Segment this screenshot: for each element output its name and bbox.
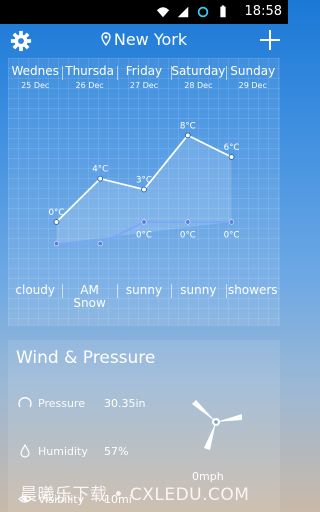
high-label: 6°C bbox=[224, 143, 240, 153]
pressure-gauge-icon bbox=[18, 397, 32, 408]
condition-label: cloudy bbox=[15, 283, 55, 297]
day-column[interactable]: Thursda 26 Dec bbox=[62, 64, 116, 90]
pressure-label: Pressure bbox=[38, 396, 85, 410]
high-label: 0°C bbox=[49, 208, 65, 218]
wifi-icon bbox=[156, 7, 170, 18]
low-point bbox=[141, 219, 147, 225]
high-label: 3°C bbox=[136, 176, 152, 186]
day-name: Wednes bbox=[11, 64, 59, 78]
low-point bbox=[185, 219, 191, 225]
low-label: 0°C bbox=[180, 231, 196, 241]
day-column[interactable]: Saturday 28 Dec bbox=[171, 64, 225, 90]
high-point bbox=[228, 154, 235, 160]
watermark: 晨曦乐下载 • CXLEDU.COM bbox=[20, 485, 250, 505]
city-name: New York bbox=[113, 30, 188, 49]
forecast-panel: Wednes 25 Dec Thursda 26 Dec Friday 27 Dec … bbox=[8, 58, 280, 326]
condition-label: sunny bbox=[171, 284, 225, 310]
humidity-label: Humidity bbox=[38, 444, 88, 458]
humidity-row: Humidity 57% bbox=[18, 444, 128, 458]
pressure-row: Pressure 30.35in bbox=[18, 396, 146, 410]
high-label: 4°C bbox=[92, 165, 108, 175]
day-column[interactable]: Wednes 25 Dec bbox=[8, 64, 62, 90]
low-label: 0°C bbox=[224, 231, 240, 241]
sync-icon bbox=[197, 6, 209, 18]
high-point bbox=[97, 175, 104, 182]
day-date: 27 Dec bbox=[129, 81, 159, 90]
condition-label: showers bbox=[225, 284, 280, 310]
high-label: 8°C bbox=[180, 121, 196, 131]
humidity-value: 57% bbox=[104, 444, 129, 458]
low-point bbox=[53, 241, 59, 247]
low-label: 0°C bbox=[136, 231, 152, 241]
day-name: Saturday bbox=[171, 64, 226, 78]
high-point bbox=[53, 219, 60, 225]
day-date: 28 Dec bbox=[184, 81, 213, 90]
day-column[interactable]: Friday 27 Dec bbox=[116, 64, 171, 90]
wind-panel-title: Wind & Pressure bbox=[16, 348, 156, 368]
humidity-drop-icon bbox=[20, 444, 30, 458]
wind-turbine-icon bbox=[192, 400, 242, 450]
temperature-chart: 0°C4°C3°C8°C6°C-2°C-2°C0°C0°C0°C bbox=[49, 121, 240, 247]
condition-label: AM Snow bbox=[62, 284, 116, 310]
signal-icon bbox=[177, 6, 189, 18]
day-column[interactable]: Sunday 29 Dec bbox=[225, 64, 280, 90]
day-name: Thursda bbox=[65, 64, 114, 78]
low-point bbox=[97, 241, 103, 247]
day-date: 25 Dec bbox=[21, 81, 50, 90]
clock: 18:58 bbox=[244, 4, 282, 19]
low-point bbox=[229, 219, 235, 225]
condition-row: cloudy AM Snow sunny sunny showers bbox=[8, 284, 280, 310]
city-selector[interactable]: New York bbox=[0, 30, 288, 49]
top-bar: New York bbox=[0, 24, 288, 58]
day-headers: Wednes 25 Dec Thursda 26 Dec Friday 27 Dec … bbox=[8, 64, 280, 90]
status-icons bbox=[156, 4, 230, 20]
high-point bbox=[184, 132, 191, 139]
battery-icon bbox=[220, 5, 226, 18]
high-point bbox=[141, 186, 147, 193]
condition-label: sunny bbox=[116, 284, 171, 310]
day-date: 29 Dec bbox=[238, 81, 267, 90]
day-name: Friday bbox=[125, 64, 163, 78]
pressure-value: 30.35in bbox=[104, 396, 146, 410]
day-name: Sunday bbox=[230, 64, 276, 78]
day-date: 26 Dec bbox=[75, 81, 104, 90]
status-bar: 18:58 bbox=[0, 0, 288, 24]
add-city-plus-icon[interactable] bbox=[258, 28, 282, 52]
location-pin-icon bbox=[101, 32, 111, 46]
